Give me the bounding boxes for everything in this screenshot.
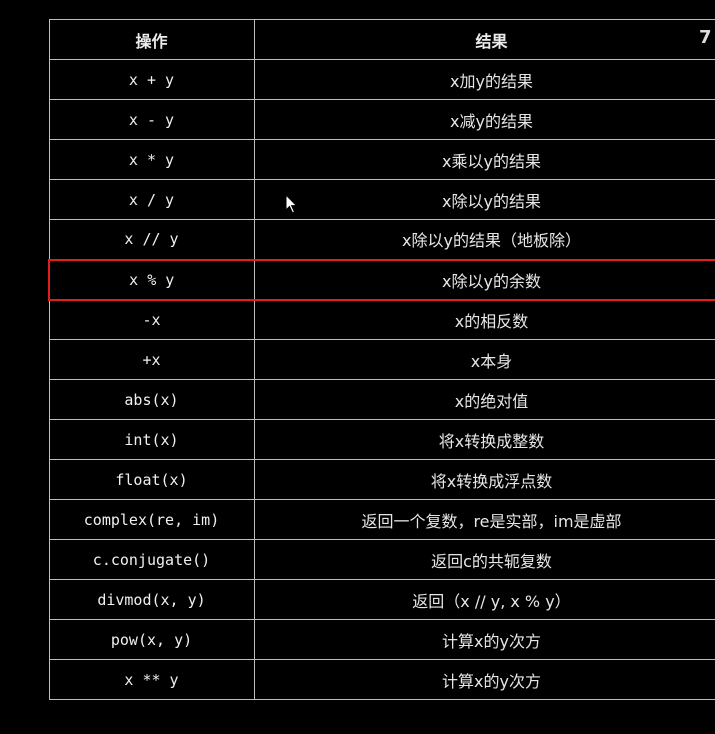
operation-cell: pow(x, y) [48,619,255,660]
result-cell: 将x转换成浮点数 [253,459,715,500]
table-row: x + y x加y的结果 [48,59,715,100]
operation-cell: x // y [48,219,255,260]
operation-cell: x / y [48,179,255,220]
operation-cell: x * y [48,139,255,180]
operation-cell: x + y [48,59,255,100]
mouse-pointer-icon [285,194,298,214]
operation-cell: divmod(x, y) [48,579,255,620]
operation-cell: c.conjugate() [48,539,255,580]
result-cell: x的绝对值 [253,379,715,420]
table-row-highlighted: x % y x除以y的余数 [48,258,715,301]
operation-cell: -x [48,299,255,340]
operation-cell: int(x) [48,419,255,460]
operation-cell: complex(re, im) [48,499,255,540]
table-row: complex(re, im) 返回一个复数，re是实部，im是虚部 [48,499,715,540]
result-cell: x除以y的余数 [253,258,715,301]
result-cell: 计算x的y次方 [253,619,715,660]
result-cell: 返回（x // y, x % y） [253,579,715,620]
header-operation: 操作 [48,19,255,60]
result-cell: 返回一个复数，re是实部，im是虚部 [253,499,715,540]
table-row: pow(x, y) 计算x的y次方 [48,619,715,660]
header-result: 结果 [253,19,715,60]
result-cell: 计算x的y次方 [253,659,715,700]
result-cell: 将x转换成整数 [253,419,715,460]
operation-cell: abs(x) [48,379,255,420]
table-row: -x x的相反数 [48,299,715,340]
result-cell: x的相反数 [253,299,715,340]
operation-cell: +x [48,339,255,380]
table-row: float(x) 将x转换成浮点数 [48,459,715,500]
result-cell: 返回c的共轭复数 [253,539,715,580]
result-cell: x除以y的结果（地板除） [253,219,715,260]
table-row: divmod(x, y) 返回（x // y, x % y） [48,579,715,620]
operators-table: 操作 结果 x + y x加y的结果 x - y x减y的结果 x * y x乘… [48,19,715,700]
operation-cell: x ** y [48,659,255,700]
table-row: x * y x乘以y的结果 [48,139,715,180]
result-cell: x乘以y的结果 [253,139,715,180]
result-cell: x减y的结果 [253,99,715,140]
result-cell: x除以y的结果 [253,179,715,220]
table-row: x - y x减y的结果 [48,99,715,140]
result-cell: x加y的结果 [253,59,715,100]
operation-cell: x - y [48,99,255,140]
table-row: abs(x) x的绝对值 [48,379,715,420]
table-header-row: 操作 结果 [48,19,715,60]
table-row: x // y x除以y的结果（地板除） [48,219,715,260]
table-row: c.conjugate() 返回c的共轭复数 [48,539,715,580]
table-row: x / y x除以y的结果 [48,179,715,220]
operation-cell: float(x) [48,459,255,500]
operation-cell: x % y [48,258,255,301]
table-row: x ** y 计算x的y次方 [48,659,715,700]
table-row: int(x) 将x转换成整数 [48,419,715,460]
result-cell: x本身 [253,339,715,380]
table-row: +x x本身 [48,339,715,380]
corner-mark: 7 [699,27,712,48]
